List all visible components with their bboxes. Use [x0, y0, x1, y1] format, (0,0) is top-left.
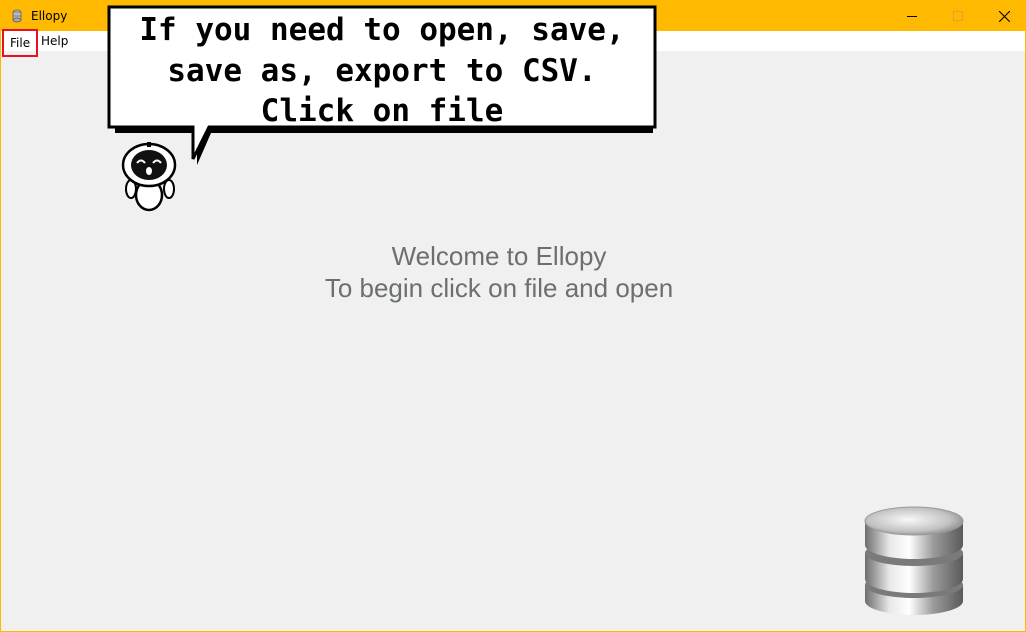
- maximize-button[interactable]: [935, 1, 981, 31]
- menu-help[interactable]: Help: [41, 31, 68, 51]
- minimize-icon: [907, 16, 917, 17]
- window-title: Ellopy: [31, 9, 68, 23]
- app-icon: [12, 9, 22, 23]
- tooltip-line-3: Click on file: [261, 93, 504, 129]
- maximize-icon: [953, 11, 963, 21]
- app-window: Ellopy File Help Welcome to Ellopy To be…: [0, 0, 1026, 632]
- database-icon: [864, 506, 964, 615]
- close-icon: [998, 10, 1010, 22]
- robot-mascot-icon: [121, 142, 177, 212]
- tooltip-bubble: If you need to open, save, save as, expo…: [107, 5, 657, 165]
- welcome-instructions: To begin click on file and open: [324, 273, 674, 303]
- tooltip-line-2: save as, export to CSV.: [167, 53, 596, 89]
- close-button[interactable]: [981, 1, 1026, 31]
- minimize-button[interactable]: [889, 1, 935, 31]
- tooltip-line-1: If you need to open, save,: [139, 12, 624, 48]
- menu-file[interactable]: File: [2, 29, 38, 57]
- welcome-title: Welcome to Ellopy: [391, 241, 607, 271]
